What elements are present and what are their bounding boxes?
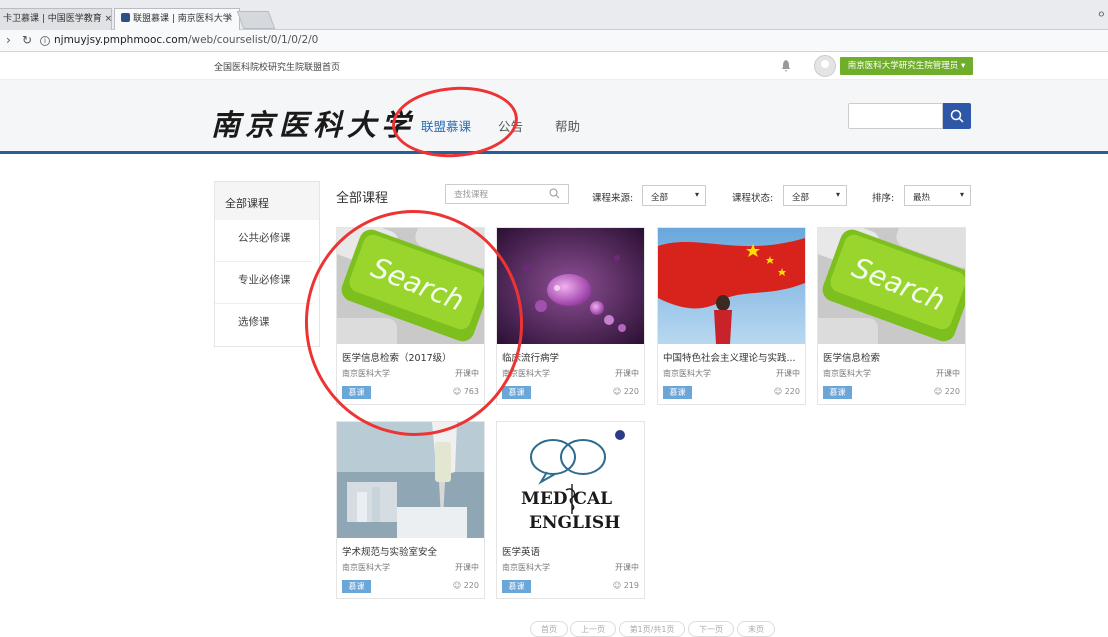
users-icon: ☺ xyxy=(773,387,785,396)
site-header: 南京医科大学 联盟慕课 公告 帮助 xyxy=(0,80,1108,154)
mooc-badge: 慕课 xyxy=(663,386,692,399)
dropdown-arrow-icon: ▾ xyxy=(835,190,840,199)
enrollment-value: 220 xyxy=(623,387,639,396)
reload-icon[interactable]: ↻ xyxy=(22,33,32,47)
back-icon[interactable]: › xyxy=(6,33,11,47)
enrollment-value: 220 xyxy=(944,387,960,396)
enrollment-value: 220 xyxy=(784,387,800,396)
pager-last[interactable]: 末页 xyxy=(737,621,775,637)
source-filter-label: 课程来源: xyxy=(592,193,634,204)
mooc-badge: 慕课 xyxy=(342,580,371,593)
course-search-input[interactable]: 查找课程 xyxy=(445,184,569,204)
favicon-icon xyxy=(121,13,130,22)
university-logo[interactable]: 南京医科大学 xyxy=(211,102,415,144)
tab-label: 联盟慕课 | 南京医科大学 xyxy=(133,14,232,24)
users-icon: ☺ xyxy=(452,581,464,590)
course-card[interactable]: 学术规范与实验室安全 南京医科大学 开课中 慕课 ☺ 220 xyxy=(336,421,485,599)
course-title[interactable]: 学术规范与实验室安全 xyxy=(342,544,480,558)
search-icon[interactable] xyxy=(549,188,560,199)
dropdown-arrow-icon: ▾ xyxy=(694,190,699,199)
close-icon[interactable]: × xyxy=(225,9,233,29)
course-image-flag[interactable] xyxy=(658,228,805,344)
enrollment-count: ☺ 220 xyxy=(934,387,960,396)
top-strip: 全国医科院校研究生院联盟首页 南京医科大学研究生院管理员 ▾ xyxy=(0,52,1108,80)
source-filter-value: 全部 xyxy=(651,193,669,203)
sort-select[interactable]: 最热 ▾ xyxy=(904,185,971,206)
enrollment-value: 220 xyxy=(463,581,479,590)
course-search-placeholder: 查找课程 xyxy=(454,190,489,200)
course-title[interactable]: 医学英语 xyxy=(502,544,640,558)
status-filter-select[interactable]: 全部 ▾ xyxy=(783,185,847,206)
enrollment-count: ☺ 220 xyxy=(613,387,639,396)
course-school: 南京医科大学 xyxy=(663,369,711,378)
enrollment-count: ☺ 220 xyxy=(453,581,479,590)
status-filter-label: 课程状态: xyxy=(732,193,774,204)
browser-tab-bar: 卡卫慕课 | 中国医学教育 × 联盟慕课 | 南京医科大学 × ⚪ xyxy=(0,0,1108,30)
pager-prev[interactable]: 上一页 xyxy=(570,621,616,637)
mooc-badge: 慕课 xyxy=(502,386,531,399)
course-card[interactable]: Search 医学信息检索 南京医科大学 开课中 慕课 ☺ 220 xyxy=(817,227,966,405)
course-image-lab[interactable] xyxy=(337,422,484,538)
url-path: /web/courselist/0/1/0/2/0 xyxy=(187,34,319,46)
course-status: 开课中 xyxy=(615,369,639,378)
browser-tab-2[interactable]: 联盟慕课 | 南京医科大学 × xyxy=(114,8,240,30)
search-button[interactable] xyxy=(943,103,971,129)
sort-label: 排序: xyxy=(872,193,895,204)
course-school: 南京医科大学 xyxy=(342,563,390,572)
sidebar-item-elective[interactable]: 选修课 xyxy=(215,304,313,346)
course-status: 开课中 xyxy=(455,563,479,572)
sort-value: 最热 xyxy=(913,193,931,203)
section-title: 全部课程 xyxy=(336,191,389,206)
profile-icon[interactable]: ⚪ xyxy=(1097,8,1106,21)
course-status: 开课中 xyxy=(936,369,960,378)
course-title[interactable]: 医学信息检索 xyxy=(823,350,961,364)
address-bar: › ↻ i njmuyjsy.pmphmooc.com/web/courselis… xyxy=(0,30,1108,52)
users-icon: ☺ xyxy=(612,581,624,590)
course-title[interactable]: 临床流行病学 xyxy=(502,350,640,364)
pager-current: 第1页/共1页 xyxy=(619,621,685,637)
new-tab-button[interactable] xyxy=(236,11,276,29)
sidebar-item-major-required[interactable]: 专业必修课 xyxy=(215,262,313,304)
admin-menu-button[interactable]: 南京医科大学研究生院管理员 ▾ xyxy=(840,57,973,75)
course-card[interactable]: 中国特色社会主义理论与实践... 南京医科大学 开课中 慕课 ☺ 220 xyxy=(657,227,806,405)
course-image-search-key[interactable]: Search xyxy=(818,228,965,344)
users-icon: ☺ xyxy=(933,387,945,396)
tab-label: 卡卫慕课 | 中国医学教育 × xyxy=(3,14,112,24)
search-icon xyxy=(950,109,964,123)
users-icon: ☺ xyxy=(612,387,624,396)
sidebar-item-public-required[interactable]: 公共必修课 xyxy=(215,220,313,262)
enrollment-count: ☺ 219 xyxy=(613,581,639,590)
mooc-badge: 慕课 xyxy=(823,386,852,399)
site-search-input[interactable] xyxy=(848,103,943,129)
sidebar-item-all[interactable]: 全部课程 xyxy=(215,182,319,220)
nav-help[interactable]: 帮助 xyxy=(555,116,580,135)
alliance-home-link[interactable]: 全国医科院校研究生院联盟首页 xyxy=(214,60,340,73)
url-field[interactable]: i njmuyjsy.pmphmooc.com/web/courselist/0/… xyxy=(40,32,318,48)
pager-next[interactable]: 下一页 xyxy=(688,621,734,637)
course-school: 南京医科大学 xyxy=(823,369,871,378)
course-school: 南京医科大学 xyxy=(502,563,550,572)
dropdown-arrow-icon: ▾ xyxy=(959,190,964,199)
course-card[interactable]: MED CAL ENGLISH 医学英语 南京医科大学 开课中 慕课 ☺ 219 xyxy=(496,421,645,599)
course-status: 开课中 xyxy=(776,369,800,378)
enrollment-count: ☺ 220 xyxy=(774,387,800,396)
source-filter-select[interactable]: 全部 ▾ xyxy=(642,185,706,206)
browser-tab-1[interactable]: 卡卫慕课 | 中国医学教育 × xyxy=(0,8,112,30)
pager-first[interactable]: 首页 xyxy=(530,621,568,637)
course-image-medical-english[interactable]: MED CAL ENGLISH xyxy=(497,422,644,538)
svg-text:MED CAL: MED CAL xyxy=(521,489,612,509)
svg-text:ENGLISH: ENGLISH xyxy=(529,513,620,533)
avatar[interactable] xyxy=(814,55,836,77)
mooc-badge: 慕课 xyxy=(502,580,531,593)
bell-icon[interactable] xyxy=(781,60,791,72)
url-host: njmuyjsy.pmphmooc.com xyxy=(54,34,188,46)
status-filter-value: 全部 xyxy=(792,193,810,203)
course-title[interactable]: 中国特色社会主义理论与实践... xyxy=(663,350,801,364)
course-status: 开课中 xyxy=(615,563,639,572)
info-icon: i xyxy=(40,36,50,46)
enrollment-value: 219 xyxy=(623,581,639,590)
